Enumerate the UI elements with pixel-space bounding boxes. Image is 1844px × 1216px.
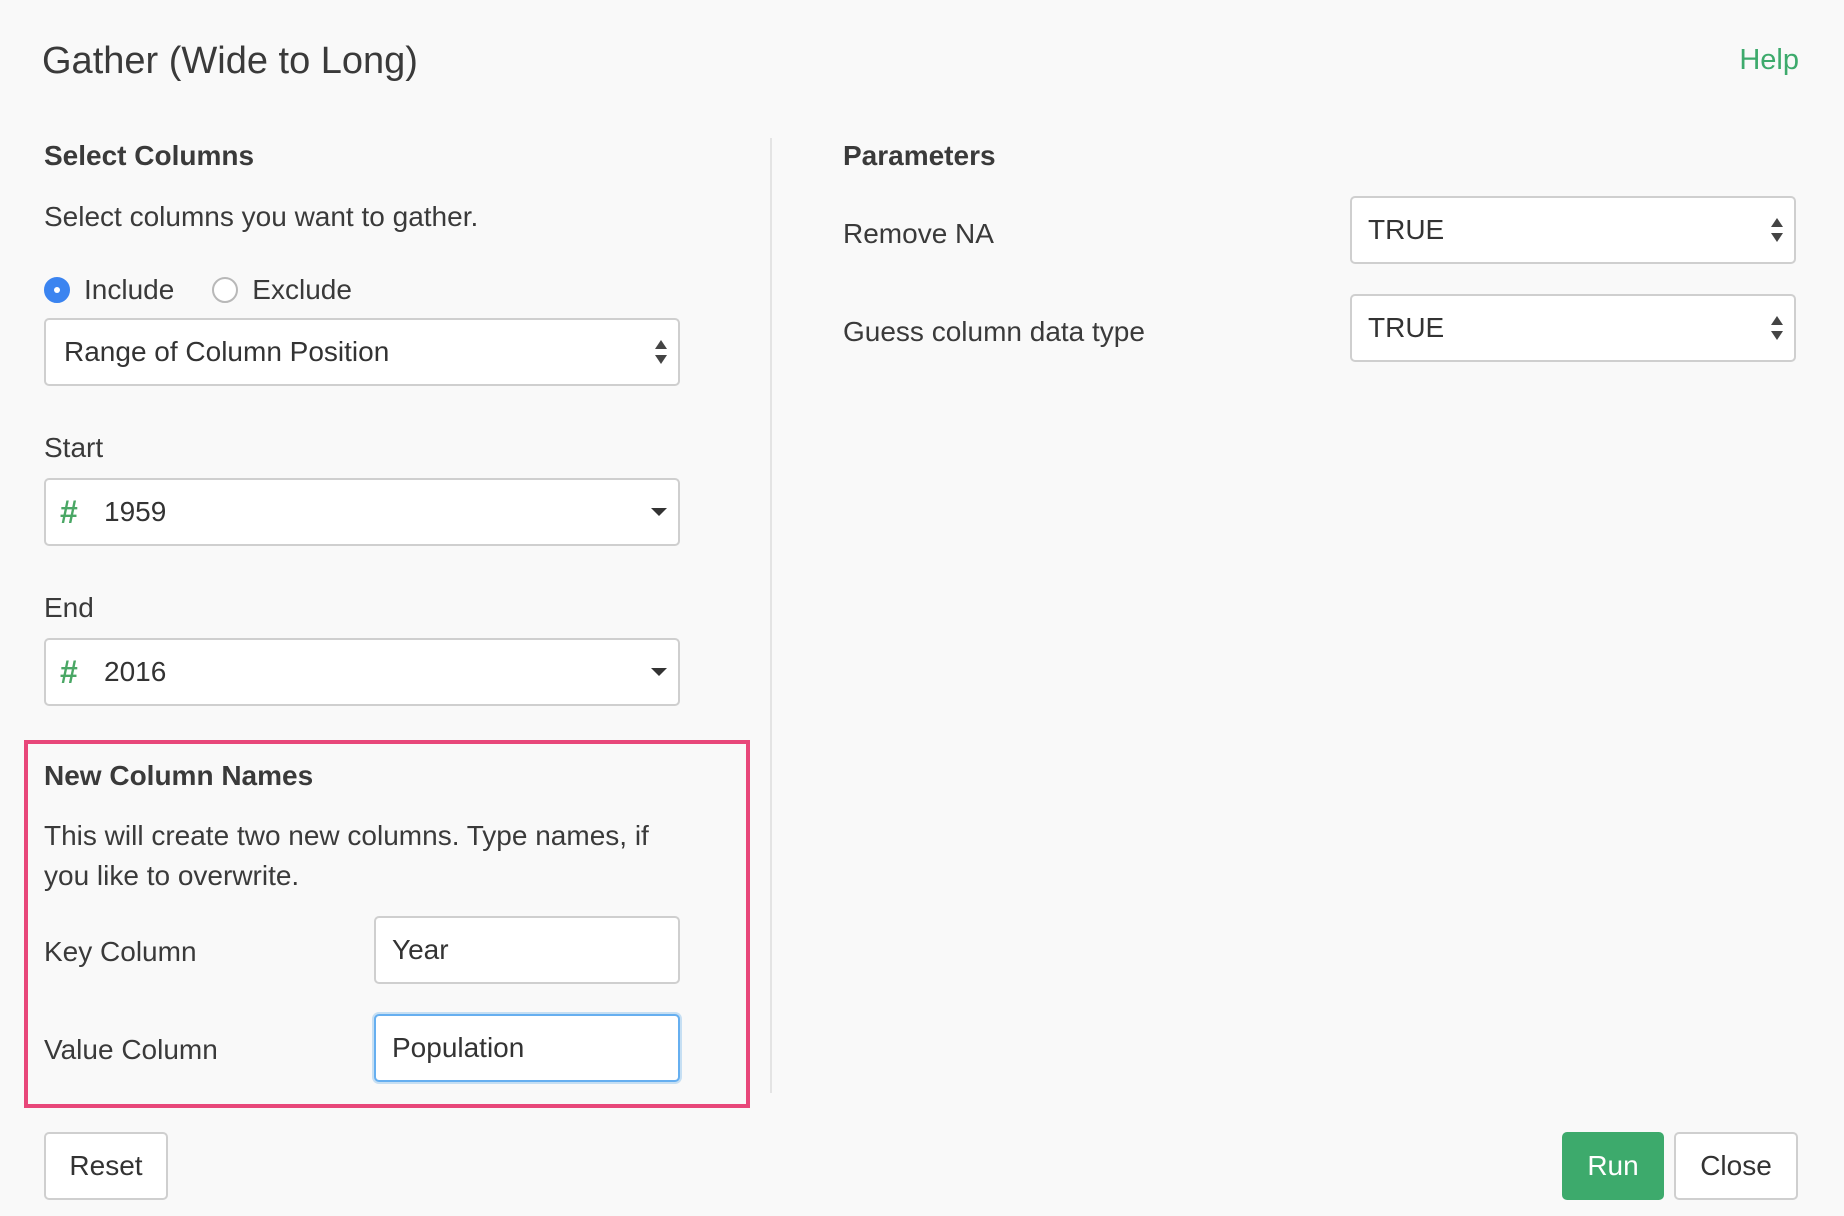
- include-radio-label: Include: [84, 274, 175, 305]
- radio-checked-icon: [44, 277, 70, 303]
- include-exclude-radio-group: Include Exclude: [44, 268, 390, 312]
- start-label: Start: [44, 432, 104, 463]
- column-selection-method-value: Range of Column Position: [64, 336, 390, 367]
- remove-na-value: TRUE: [1368, 214, 1445, 245]
- remove-na-label: Remove NA: [843, 218, 994, 249]
- start-column-select[interactable]: # 1959: [44, 478, 680, 546]
- radio-unchecked-icon: [212, 277, 239, 303]
- dialog-title: Gather (Wide to Long): [42, 40, 418, 82]
- new-column-names-heading: New Column Names: [44, 760, 314, 791]
- help-link[interactable]: Help: [1739, 40, 1799, 80]
- exclude-radio-label: Exclude: [252, 274, 352, 305]
- end-label: End: [44, 592, 94, 623]
- updown-arrow-icon: [655, 340, 667, 364]
- column-divider: [770, 138, 772, 1093]
- select-columns-description: Select columns you want to gather.: [44, 201, 479, 232]
- select-columns-heading: Select Columns: [44, 140, 255, 171]
- column-selection-method-select[interactable]: Range of Column Position: [44, 318, 680, 386]
- end-column-select[interactable]: # 2016: [44, 638, 680, 706]
- hash-icon: #: [60, 493, 78, 530]
- value-column-input[interactable]: [374, 1014, 680, 1082]
- guess-column-data-type-select[interactable]: TRUE: [1350, 294, 1796, 362]
- updown-arrow-icon: [1771, 316, 1783, 340]
- guess-column-data-type-label: Guess column data type: [843, 316, 1145, 347]
- run-button[interactable]: Run: [1562, 1132, 1664, 1200]
- reset-button[interactable]: Reset: [44, 1132, 168, 1200]
- close-button[interactable]: Close: [1674, 1132, 1798, 1200]
- hash-icon: #: [60, 653, 78, 690]
- exclude-radio[interactable]: Exclude: [212, 274, 352, 306]
- chevron-down-icon: [651, 668, 667, 676]
- start-column-value: 1959: [104, 496, 167, 527]
- guess-column-data-type-value: TRUE: [1368, 312, 1445, 343]
- key-column-label: Key Column: [44, 936, 197, 967]
- parameters-heading: Parameters: [843, 140, 996, 171]
- key-column-input[interactable]: [374, 916, 680, 984]
- value-column-label: Value Column: [44, 1034, 218, 1065]
- updown-arrow-icon: [1771, 218, 1783, 242]
- end-column-value: 2016: [104, 656, 167, 687]
- remove-na-select[interactable]: TRUE: [1350, 196, 1796, 264]
- include-radio[interactable]: Include: [44, 274, 174, 306]
- chevron-down-icon: [651, 508, 667, 516]
- new-column-names-description: This will create two new columns. Type n…: [44, 820, 649, 891]
